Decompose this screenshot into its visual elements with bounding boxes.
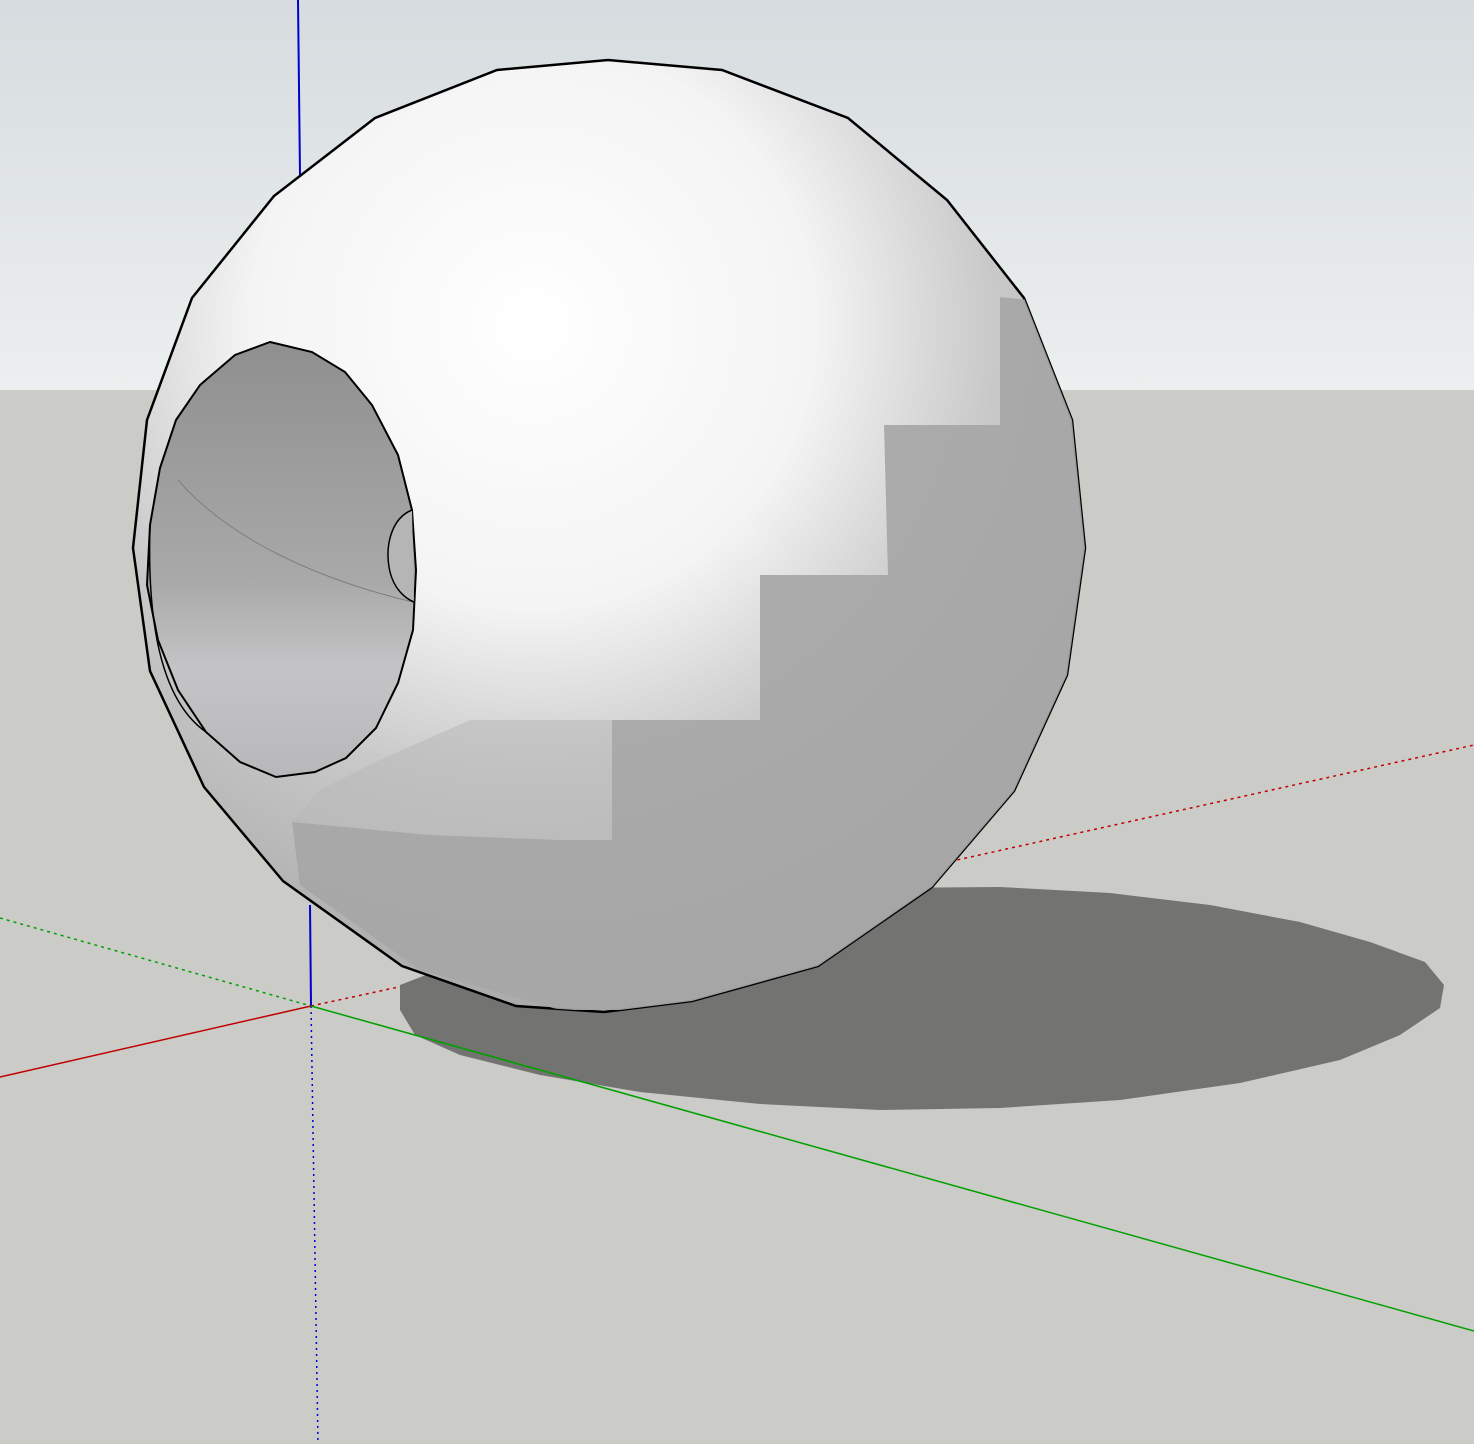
blue-axis-lower-solid	[309, 904, 312, 1007]
3d-scene[interactable]	[0, 0, 1474, 1444]
sphere-model[interactable]	[131, 58, 1090, 1014]
modeling-viewport[interactable]	[0, 0, 1474, 1444]
